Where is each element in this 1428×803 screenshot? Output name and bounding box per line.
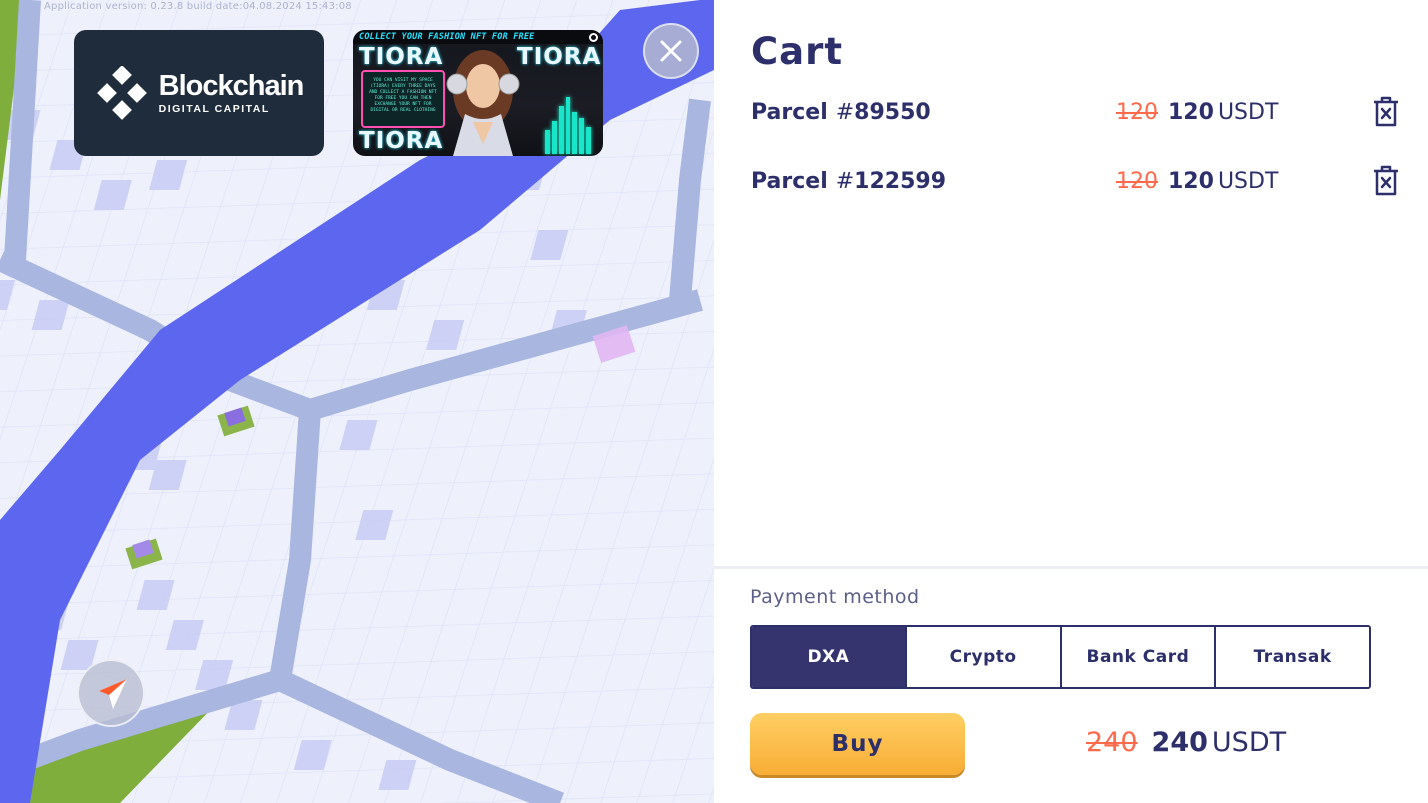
record-icon xyxy=(589,33,598,42)
ad-word: TIORA xyxy=(359,128,444,154)
tab-crypto[interactable]: Crypto xyxy=(906,627,1062,687)
currency: USDT xyxy=(1217,169,1279,194)
buy-button[interactable]: Buy xyxy=(750,713,965,775)
equalizer-graphic xyxy=(545,94,592,154)
version-text: Application version: 0.23.8 build date:0… xyxy=(44,1,352,12)
item-hash: # xyxy=(835,169,855,194)
ad-word: TIORA xyxy=(517,44,602,70)
ad-blockchain-digital-capital[interactable]: Blockchain DIGITAL CAPITAL xyxy=(74,30,324,156)
total-price: 240 240 USDT xyxy=(1086,727,1286,758)
item-price: 120 120 USDT xyxy=(1116,100,1278,125)
payment-method-tabs: DXA Crypto Bank Card Transak xyxy=(750,625,1371,689)
total-old-price: 240 xyxy=(1086,727,1138,758)
ad-title: Blockchain xyxy=(158,70,305,102)
total-current-price: 240 xyxy=(1151,727,1208,758)
payment-method-label: Payment method xyxy=(750,586,920,608)
item-label: Parcel xyxy=(751,169,828,194)
total-currency: USDT xyxy=(1211,727,1287,758)
avatar-figure xyxy=(443,44,523,156)
ad-word: TIORA xyxy=(359,44,444,70)
current-price: 120 xyxy=(1168,100,1214,125)
cart-item: Parcel #122599 120 120 USDT xyxy=(751,163,1406,203)
ad-subtitle: DIGITAL CAPITAL xyxy=(158,103,270,115)
blockchain-logo-icon xyxy=(95,65,149,120)
item-number: 89550 xyxy=(854,100,931,125)
trash-icon[interactable] xyxy=(1371,96,1401,128)
compass-icon[interactable] xyxy=(77,659,145,727)
item-name: Parcel #89550 xyxy=(751,100,931,125)
item-number: 122599 xyxy=(854,169,947,194)
ad-tiora[interactable]: COLLECT YOUR FASHION NFT FOR FREE TIORA … xyxy=(353,30,603,156)
item-name: Parcel #122599 xyxy=(751,169,946,194)
item-label: Parcel xyxy=(751,100,828,125)
ad-textbox: YOU CAN VISIT MY SPACE (TIORA) EVERY THR… xyxy=(361,70,445,128)
cart-item: Parcel #89550 120 120 USDT xyxy=(751,94,1406,134)
tab-dxa[interactable]: DXA xyxy=(752,627,907,687)
old-price: 120 xyxy=(1116,100,1158,125)
current-price: 120 xyxy=(1168,169,1214,194)
close-icon[interactable] xyxy=(643,23,699,79)
currency: USDT xyxy=(1217,100,1279,125)
page-title: Cart xyxy=(751,30,844,73)
item-hash: # xyxy=(835,100,855,125)
tab-transak[interactable]: Transak xyxy=(1216,627,1369,687)
tab-bank-card[interactable]: Bank Card xyxy=(1061,627,1217,687)
trash-icon[interactable] xyxy=(1371,165,1401,197)
cart-panel: Cart Parcel #89550 120 120 USDT Parcel #1225… xyxy=(714,0,1428,803)
ad-banner: COLLECT YOUR FASHION NFT FOR FREE xyxy=(353,30,603,44)
item-price: 120 120 USDT xyxy=(1116,169,1278,194)
divider xyxy=(714,566,1428,569)
old-price: 120 xyxy=(1116,169,1158,194)
map-view[interactable]: Application version: 0.23.8 build date:0… xyxy=(0,0,714,803)
